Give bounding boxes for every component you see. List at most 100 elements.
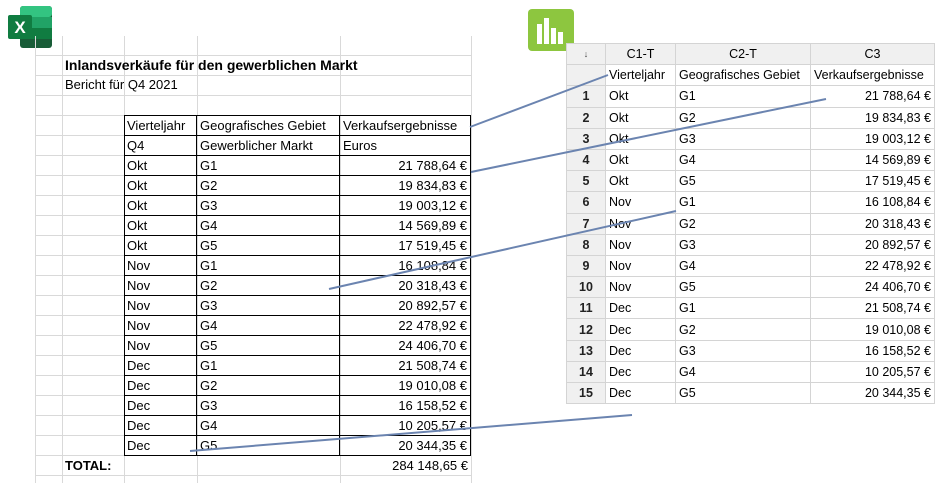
- excel-data-cell[interactable]: Okt: [124, 176, 197, 196]
- minitab-row-number[interactable]: 6: [566, 191, 606, 214]
- excel-data-cell[interactable]: G4: [197, 316, 340, 336]
- minitab-cell-quarter[interactable]: Nov: [605, 233, 676, 256]
- minitab-row-number[interactable]: 3: [566, 127, 606, 150]
- minitab-cell-sales[interactable]: 24 406,70 €: [810, 276, 935, 299]
- excel-data-cell[interactable]: Dec: [124, 436, 197, 456]
- minitab-column-name[interactable]: Verkaufsergebnisse: [810, 64, 935, 87]
- excel-total-value[interactable]: 284 148,65 €: [340, 456, 471, 476]
- minitab-row-number[interactable]: 10: [566, 276, 606, 299]
- excel-data-cell[interactable]: 20 892,57 €: [340, 296, 471, 316]
- excel-data-cell[interactable]: G3: [197, 296, 340, 316]
- excel-data-cell[interactable]: G2: [197, 376, 340, 396]
- excel-data-cell[interactable]: 20 318,43 €: [340, 276, 471, 296]
- excel-data-cell[interactable]: Dec: [124, 416, 197, 436]
- minitab-cell-region[interactable]: G1: [675, 297, 811, 320]
- minitab-row-number[interactable]: 4: [566, 148, 606, 172]
- minitab-row-number[interactable]: 1: [566, 85, 606, 108]
- excel-data-cell[interactable]: 19 010,08 €: [340, 376, 471, 396]
- minitab-cell-region[interactable]: G1: [675, 85, 811, 108]
- minitab-cell-sales[interactable]: 20 318,43 €: [810, 212, 935, 235]
- minitab-cell-quarter[interactable]: Okt: [605, 127, 676, 150]
- minitab-cell-quarter[interactable]: Nov: [605, 191, 676, 214]
- minitab-cell-region[interactable]: G3: [675, 127, 811, 150]
- excel-data-cell[interactable]: G4: [197, 216, 340, 236]
- minitab-cell-sales[interactable]: 10 205,57 €: [810, 360, 935, 384]
- excel-data-cell[interactable]: G2: [197, 276, 340, 296]
- excel-data-cell[interactable]: 17 519,45 €: [340, 236, 471, 256]
- minitab-cell-quarter[interactable]: Dec: [605, 318, 676, 341]
- minitab-cell-sales[interactable]: 20 892,57 €: [810, 233, 935, 256]
- minitab-row-number[interactable]: 14: [566, 360, 606, 384]
- minitab-row-number[interactable]: 8: [566, 233, 606, 256]
- minitab-cell-region[interactable]: G3: [675, 339, 811, 362]
- minitab-column-id[interactable]: C3: [810, 42, 935, 66]
- excel-report-title[interactable]: Inlandsverkäufe für den gewerblichen Mar…: [62, 55, 471, 75]
- excel-data-cell[interactable]: 16 158,52 €: [340, 396, 471, 416]
- minitab-cell-sales[interactable]: 21 788,64 €: [810, 85, 935, 108]
- excel-header-cell[interactable]: Vierteljahr: [124, 116, 197, 136]
- minitab-cell-quarter[interactable]: Dec: [605, 297, 676, 320]
- minitab-row-number[interactable]: 5: [566, 170, 606, 193]
- minitab-cell-quarter[interactable]: Dec: [605, 339, 676, 362]
- excel-data-cell[interactable]: Okt: [124, 216, 197, 236]
- minitab-row-number[interactable]: 15: [566, 381, 606, 405]
- minitab-cell-quarter[interactable]: Okt: [605, 170, 676, 193]
- minitab-cell-region[interactable]: G2: [675, 212, 811, 235]
- excel-data-cell[interactable]: G5: [197, 436, 340, 456]
- minitab-cell-region[interactable]: G5: [675, 170, 811, 193]
- minitab-cell-sales[interactable]: 19 010,08 €: [810, 318, 935, 341]
- minitab-cell-quarter[interactable]: Okt: [605, 148, 676, 172]
- excel-data-cell[interactable]: 20 344,35 €: [340, 436, 471, 456]
- excel-data-cell[interactable]: 21 788,64 €: [340, 156, 471, 176]
- minitab-cell-region[interactable]: G2: [675, 106, 811, 129]
- minitab-cell-sales[interactable]: 19 003,12 €: [810, 127, 935, 150]
- sort-arrow-icon[interactable]: ↓: [566, 42, 606, 66]
- excel-subheader-cell[interactable]: Euros: [340, 136, 471, 156]
- excel-data-cell[interactable]: Dec: [124, 376, 197, 396]
- excel-data-cell[interactable]: Okt: [124, 236, 197, 256]
- excel-data-cell[interactable]: Nov: [124, 316, 197, 336]
- excel-data-cell[interactable]: 22 478,92 €: [340, 316, 471, 336]
- minitab-cell-quarter[interactable]: Dec: [605, 381, 676, 405]
- minitab-cell-sales[interactable]: 16 158,52 €: [810, 339, 935, 362]
- minitab-cell-quarter[interactable]: Nov: [605, 254, 676, 278]
- minitab-cell-sales[interactable]: 22 478,92 €: [810, 254, 935, 278]
- minitab-row-number[interactable]: 11: [566, 297, 606, 320]
- excel-data-cell[interactable]: 24 406,70 €: [340, 336, 471, 356]
- minitab-cell-quarter[interactable]: Okt: [605, 106, 676, 129]
- excel-data-cell[interactable]: Okt: [124, 156, 197, 176]
- excel-data-cell[interactable]: 14 569,89 €: [340, 216, 471, 236]
- minitab-row-number[interactable]: 9: [566, 254, 606, 278]
- excel-subheader-cell[interactable]: Q4: [124, 136, 197, 156]
- minitab-column-id[interactable]: C1-T: [605, 42, 676, 66]
- minitab-cell-sales[interactable]: 17 519,45 €: [810, 170, 935, 193]
- excel-report-subtitle[interactable]: Bericht für Q4 2021: [62, 75, 471, 95]
- excel-data-cell[interactable]: G3: [197, 396, 340, 416]
- minitab-cell-sales[interactable]: 21 508,74 €: [810, 297, 935, 320]
- excel-data-cell[interactable]: Nov: [124, 256, 197, 276]
- minitab-cell-region[interactable]: G5: [675, 381, 811, 405]
- minitab-cell-region[interactable]: G2: [675, 318, 811, 341]
- minitab-cell-region[interactable]: G4: [675, 360, 811, 384]
- minitab-cell-sales[interactable]: 16 108,84 €: [810, 191, 935, 214]
- minitab-cell-sales[interactable]: 20 344,35 €: [810, 381, 935, 405]
- excel-header-cell[interactable]: Verkaufsergebnisse: [340, 116, 471, 136]
- minitab-row-number[interactable]: 7: [566, 212, 606, 235]
- excel-data-cell[interactable]: Nov: [124, 336, 197, 356]
- minitab-cell-quarter[interactable]: Nov: [605, 276, 676, 299]
- minitab-cell-sales[interactable]: 14 569,89 €: [810, 148, 935, 172]
- minitab-cell-region[interactable]: G5: [675, 276, 811, 299]
- excel-data-cell[interactable]: Dec: [124, 396, 197, 416]
- minitab-cell-region[interactable]: G4: [675, 148, 811, 172]
- minitab-column-id[interactable]: C2-T: [675, 42, 811, 66]
- minitab-column-name[interactable]: Geografisches Gebiet: [675, 64, 811, 87]
- minitab-row-number[interactable]: 12: [566, 318, 606, 341]
- excel-data-cell[interactable]: G3: [197, 196, 340, 216]
- excel-data-cell[interactable]: G1: [197, 356, 340, 376]
- minitab-row-number[interactable]: 2: [566, 106, 606, 129]
- excel-data-cell[interactable]: Nov: [124, 276, 197, 296]
- excel-data-cell[interactable]: G5: [197, 336, 340, 356]
- excel-data-cell[interactable]: G4: [197, 416, 340, 436]
- excel-data-cell[interactable]: G1: [197, 256, 340, 276]
- excel-data-cell[interactable]: G1: [197, 156, 340, 176]
